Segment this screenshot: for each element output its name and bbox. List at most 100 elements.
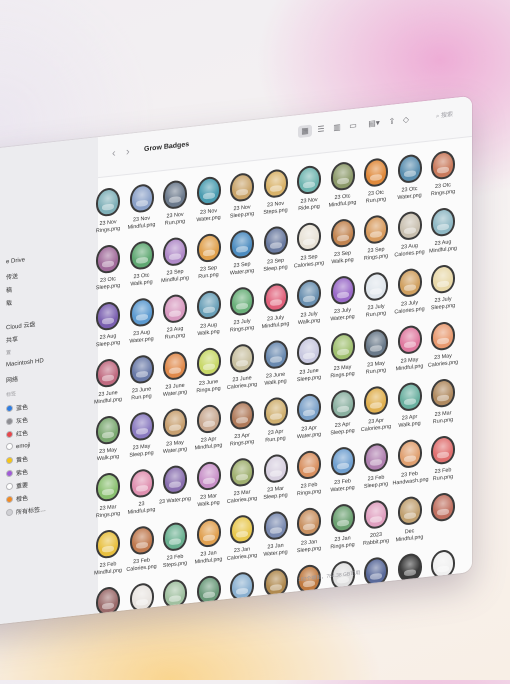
file-item[interactable]: 23 Mar Run.png: [426, 377, 460, 427]
file-item[interactable]: 23 Nov Rings.png: [91, 186, 125, 236]
file-item[interactable]: 23 May Mindful.png: [393, 324, 427, 374]
file-item[interactable]: [225, 570, 259, 602]
sidebar-item[interactable]: Macintosh HD: [6, 358, 44, 368]
file-item[interactable]: 23 Sep Rings.png: [359, 214, 393, 264]
file-item[interactable]: 23 Jan Mindful.png: [192, 517, 226, 567]
file-item[interactable]: 23 Jan Rings.png: [326, 502, 360, 552]
file-item[interactable]: 23 Sep Mindful.png: [158, 236, 192, 286]
file-item[interactable]: 23 Mar Walk.png: [192, 460, 226, 510]
gallery-view-icon[interactable]: ▭: [346, 119, 360, 133]
file-item[interactable]: 23 Nov Run.png: [158, 179, 192, 229]
file-item[interactable]: 23 Apr Mindful.png: [192, 403, 226, 453]
file-item[interactable]: 23 July Walk.png: [292, 278, 326, 328]
file-item[interactable]: 23 Feb Sleep.png: [359, 442, 393, 492]
file-item[interactable]: [359, 556, 393, 588]
file-item[interactable]: [91, 585, 125, 617]
file-item[interactable]: 23 Apr Walk.png: [393, 381, 427, 431]
file-item[interactable]: 23 May Calories.png: [426, 320, 460, 370]
sidebar-tag-item[interactable]: 所有标签…: [6, 504, 46, 517]
file-item[interactable]: 23 Aug Mindful.png: [426, 206, 460, 256]
file-item[interactable]: 23 July Run.png: [359, 271, 393, 321]
file-item[interactable]: [192, 574, 226, 606]
file-item[interactable]: 23 Sep Water.png: [225, 228, 259, 278]
file-item[interactable]: 23 Sep Run.png: [192, 232, 226, 282]
file-item[interactable]: 23 Jan Sleep.png: [292, 506, 326, 556]
file-item[interactable]: 23 July Mindful.png: [259, 282, 293, 332]
share-icon[interactable]: ⇪: [386, 115, 398, 128]
file-item[interactable]: Dec Mindful.png: [393, 495, 427, 545]
file-item[interactable]: 23 Feb Mindful.png: [91, 528, 125, 578]
sidebar-tag-item[interactable]: 黄色: [6, 454, 28, 465]
file-item[interactable]: 23 Aug Run.png: [158, 293, 192, 343]
sidebar-item[interactable]: 稿: [6, 285, 12, 295]
file-item[interactable]: [158, 578, 192, 610]
file-item[interactable]: 23 July Calories.png: [393, 267, 427, 317]
file-item[interactable]: 23 Feb Rings.png: [292, 449, 326, 499]
file-item[interactable]: 23 Apr Rings.png: [225, 399, 259, 449]
file-item[interactable]: 23 July Rings.png: [225, 285, 259, 335]
file-item[interactable]: 23 Feb Water.png: [326, 445, 360, 495]
file-item[interactable]: 23 Apr Calories.png: [359, 385, 393, 435]
file-item[interactable]: 23 Sep Walk.png: [326, 217, 360, 267]
sidebar-tag-item[interactable]: 蓝色: [6, 402, 28, 413]
file-item[interactable]: 23 Nov Mindful.png: [125, 183, 159, 233]
file-item[interactable]: 23 Jan Water.png: [259, 510, 293, 560]
file-item[interactable]: 23 Aug Water.png: [125, 297, 159, 347]
file-item[interactable]: 23 Nov Sleep.png: [225, 171, 259, 221]
icon-view-icon[interactable]: ▦: [298, 124, 312, 139]
sidebar-tag-item[interactable]: emoji: [6, 441, 30, 452]
file-item[interactable]: [426, 548, 460, 580]
file-item[interactable]: 2023 Rabbit.png: [359, 499, 393, 549]
file-item[interactable]: 23 June Mindful.png: [91, 357, 125, 407]
file-item[interactable]: 23 July Water.png: [326, 274, 360, 324]
file-item[interactable]: 23 Mindful.png: [125, 468, 159, 518]
file-item[interactable]: 23 Feb Steps.png: [158, 521, 192, 571]
sidebar-item[interactable]: e Drive: [6, 257, 25, 265]
file-item[interactable]: 23 Aug Walk.png: [192, 289, 226, 339]
sidebar-tag-item[interactable]: 灰色: [6, 415, 28, 426]
column-view-icon[interactable]: ▥: [330, 121, 344, 135]
sidebar-item[interactable]: 共享: [6, 334, 18, 344]
file-item[interactable]: 23 Aug Sleep.png: [91, 300, 125, 350]
file-item[interactable]: [393, 552, 427, 584]
file-item[interactable]: 23 Feb Run.png: [426, 434, 460, 484]
forward-button[interactable]: ›: [126, 146, 130, 158]
file-item[interactable]: 23 May Rings.png: [326, 331, 360, 381]
file-item[interactable]: 23 Otc Water.png: [393, 153, 427, 203]
back-button[interactable]: ‹: [112, 147, 116, 159]
file-item[interactable]: 23 June Rings.png: [192, 346, 226, 396]
file-item[interactable]: 23 Jan Calories.png: [225, 513, 259, 563]
sidebar-tag-item[interactable]: 橙色: [6, 493, 28, 504]
file-item[interactable]: [125, 582, 159, 614]
file-item[interactable]: 23 Apr Sleep.png: [326, 388, 360, 438]
file-item[interactable]: 23 Otc Walk.png: [125, 240, 159, 290]
file-item[interactable]: 23 Sep Sleep.png: [259, 225, 293, 275]
sidebar-tag-item[interactable]: 紫色: [6, 467, 28, 478]
file-item[interactable]: 23 Otc Run.png: [359, 157, 393, 207]
sidebar-item[interactable]: Cloud 云盘: [6, 319, 35, 331]
file-item[interactable]: 23 June Run.png: [125, 354, 159, 404]
file-item[interactable]: 23 Nov Steps.png: [259, 168, 293, 218]
file-item[interactable]: 23 Feb Calories.png: [125, 525, 159, 575]
file-item[interactable]: 23 Apr Run.png: [259, 396, 293, 446]
tag-icon[interactable]: ◇: [400, 114, 412, 127]
file-item[interactable]: 23 July Sleep.png: [426, 263, 460, 313]
sidebar-item[interactable]: 传送: [6, 271, 18, 281]
group-icon[interactable]: ▤▾: [366, 117, 382, 131]
file-item[interactable]: 23 Mar Sleep.png: [259, 453, 293, 503]
file-item[interactable]: 23 May Run.png: [359, 328, 393, 378]
file-item[interactable]: [259, 567, 293, 599]
search-field[interactable]: ⌕ 搜索: [436, 104, 472, 123]
file-item[interactable]: 23 Otc Mindful.png: [326, 160, 360, 210]
file-item[interactable]: 23 Apr Water.png: [292, 392, 326, 442]
file-item[interactable]: 23 May Water.png: [158, 407, 192, 457]
file-item[interactable]: 23 Otc Rings.png: [426, 149, 460, 199]
file-item[interactable]: 23 May Sleep.png: [125, 411, 159, 461]
file-item[interactable]: 23 Mar Rings.png: [91, 471, 125, 521]
file-item[interactable]: 23 Feb Handwash.png: [393, 438, 428, 488]
file-item[interactable]: 23 Water.png: [158, 464, 192, 507]
file-item[interactable]: 23 June Sleep.png: [292, 335, 326, 385]
file-item[interactable]: 23 Mar Calories.png: [225, 456, 259, 506]
sidebar-tag-item[interactable]: 红色: [6, 428, 28, 439]
file-item[interactable]: 23 Nov Water.png: [192, 175, 226, 225]
